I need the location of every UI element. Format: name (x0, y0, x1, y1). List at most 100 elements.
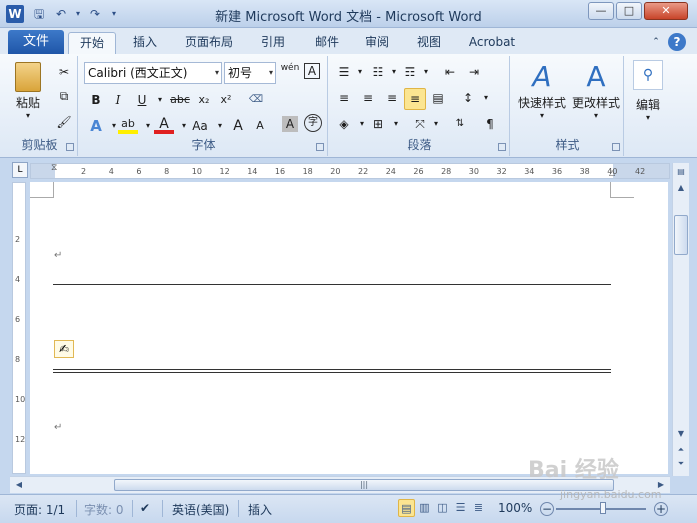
vertical-ruler-tick-label: 12 (15, 435, 26, 444)
zoom-out-button[interactable]: − (540, 502, 554, 516)
double-line-bottom (53, 372, 611, 373)
character-shading-button[interactable]: A (282, 116, 298, 132)
subscript-button[interactable]: x₂ (194, 90, 214, 110)
borders-icon[interactable]: ⊞ (368, 114, 388, 134)
minimize-button[interactable]: — (588, 2, 614, 20)
font-launcher-icon[interactable] (316, 143, 324, 151)
enclose-characters-button[interactable]: 字 (304, 114, 322, 132)
page-count[interactable]: 页面: 1/1 (14, 501, 65, 518)
line-spacing-icon[interactable]: ↕ (458, 88, 478, 108)
sort-icon[interactable]: ⇅ (450, 114, 470, 134)
watermark-logo: Bai 经验 (528, 458, 619, 483)
scroll-left-icon[interactable]: ◀ (12, 478, 26, 492)
line-spacing-dropdown-icon[interactable]: ▾ (476, 88, 496, 108)
maximize-button[interactable]: □ (616, 2, 642, 20)
vertical-scrollbar[interactable]: ▤ ▲ ▼ ⏶ ⏷ (672, 163, 689, 476)
paste-button[interactable]: 粘贴 ▾ (8, 60, 48, 130)
increase-indent-icon[interactable]: ⇥ (464, 62, 484, 82)
cut-icon[interactable]: ✂ (54, 62, 74, 82)
change-styles-button[interactable]: A 更改样式 ▾ (568, 60, 624, 130)
shading-icon[interactable]: ◈ (334, 114, 354, 134)
strikethrough-button[interactable]: abc (168, 90, 192, 110)
justify-icon[interactable]: ≡ (404, 88, 426, 110)
styles-launcher-icon[interactable] (612, 143, 620, 151)
clipboard-launcher-icon[interactable] (66, 143, 74, 151)
clear-formatting-icon[interactable]: ⌫ (246, 90, 266, 110)
insert-mode-indicator[interactable]: 插入 (248, 501, 272, 518)
tab-acrobat[interactable]: Acrobat (462, 32, 522, 54)
font-size-select[interactable]: 初号 ▾ (224, 62, 276, 84)
italic-button[interactable]: I (108, 90, 128, 110)
paragraph-launcher-icon[interactable] (498, 143, 506, 151)
draft-view-icon[interactable]: ≣ (470, 499, 487, 517)
show-marks-icon[interactable]: ¶ (480, 114, 500, 134)
language-indicator[interactable]: 英语(美国) (172, 501, 229, 518)
tab-view[interactable]: 视图 (406, 32, 452, 54)
vertical-ruler[interactable]: 2 4 6 8 10 12 (12, 182, 26, 474)
full-screen-reading-icon[interactable]: ▥ (416, 499, 433, 517)
web-layout-icon[interactable]: ◫ (434, 499, 451, 517)
change-case-button[interactable]: Aa (188, 116, 212, 136)
character-border-icon[interactable]: A (304, 63, 320, 79)
align-right-icon[interactable]: ≡ (382, 88, 402, 108)
help-icon[interactable]: ? (668, 33, 686, 51)
zoom-in-button[interactable]: + (654, 502, 668, 516)
multilevel-list-dropdown-icon[interactable]: ▾ (416, 62, 436, 82)
close-button[interactable]: ✕ (644, 2, 688, 20)
minimize-ribbon-icon[interactable]: ⌃ (650, 32, 662, 54)
phonetic-guide-icon[interactable]: wén (280, 63, 300, 83)
previous-page-icon[interactable]: ⏶ (674, 443, 688, 457)
tab-mailings[interactable]: 邮件 (304, 32, 350, 54)
zoom-level[interactable]: 100% (498, 501, 532, 515)
change-case-dropdown-icon[interactable]: ▾ (210, 116, 230, 136)
shrink-font-button[interactable]: A (250, 116, 270, 136)
document-page[interactable]: ↵ ✍ ↵ (30, 182, 668, 474)
tab-references[interactable]: 引用 (250, 32, 296, 54)
copy-icon[interactable]: ⧉ (54, 86, 74, 106)
font-color-button[interactable]: A (154, 114, 174, 134)
quick-styles-icon: A (532, 60, 552, 93)
zoom-slider-thumb[interactable] (600, 502, 606, 514)
align-left-icon[interactable]: ≡ (334, 88, 354, 108)
scroll-up-icon[interactable]: ▲ (674, 181, 688, 195)
tab-insert[interactable]: 插入 (122, 32, 168, 54)
bold-button[interactable]: B (86, 90, 106, 110)
horizontal-ruler[interactable]: 2 4 6 8 10 12 14 16 18 20 22 24 26 28 30 32 34 36 38 40 42 ⧖… (30, 163, 670, 179)
tab-review[interactable]: 审阅 (354, 32, 400, 54)
tab-home[interactable]: 开始 (68, 32, 116, 54)
proofing-icon[interactable]: ✔ (140, 501, 150, 515)
grow-font-button[interactable]: A (228, 116, 248, 136)
word-count[interactable]: 字数: 0 (84, 501, 124, 518)
change-styles-icon: A (586, 60, 606, 93)
asian-layout-dropdown-icon[interactable]: ▾ (426, 114, 446, 134)
ruler-tick-label: 16 (274, 167, 286, 176)
decrease-indent-icon[interactable]: ⇤ (440, 62, 460, 82)
quick-styles-button[interactable]: A 快速样式 ▾ (514, 60, 570, 130)
tab-file[interactable]: 文件 (8, 30, 64, 54)
paragraph-mark: ↵ (54, 422, 63, 433)
format-painter-icon[interactable]: 🖌 (54, 112, 74, 132)
tab-page-layout[interactable]: 页面布局 (178, 32, 240, 54)
underline-button[interactable]: U (132, 90, 152, 110)
tab-selector[interactable]: L (12, 162, 28, 178)
highlight-button[interactable]: ab (118, 114, 138, 134)
scroll-down-icon[interactable]: ▼ (674, 427, 688, 441)
bullets-dropdown-icon[interactable]: ▾ (350, 62, 370, 82)
underline-dropdown-icon[interactable]: ▾ (150, 90, 170, 110)
text-effects-button[interactable]: A (86, 116, 106, 136)
autoformat-options-icon[interactable]: ✍ (54, 340, 74, 358)
word-window: W 🖫 ↶ ▾ ↷ ▾ 新建 Microsoft Word 文档 - Micro… (0, 0, 697, 523)
indent-marker-icon[interactable]: ⧖ (51, 163, 57, 173)
print-layout-view-icon[interactable]: ▤ (398, 499, 415, 517)
align-center-icon[interactable]: ≡ (358, 88, 378, 108)
font-family-select[interactable]: Calibri (西文正文) ▾ (84, 62, 222, 84)
outline-view-icon[interactable]: ☰ (452, 499, 469, 517)
superscript-button[interactable]: x² (216, 90, 236, 110)
next-page-icon[interactable]: ⏷ (674, 457, 688, 471)
borders-dropdown-icon[interactable]: ▾ (386, 114, 406, 134)
ruler-toggle-icon[interactable]: ▤ (674, 165, 688, 179)
right-indent-marker-icon[interactable]: △ (609, 168, 615, 177)
distributed-icon[interactable]: ▤ (428, 88, 448, 108)
editing-button[interactable]: ⚲ 编辑 ▾ (630, 60, 666, 130)
vertical-scroll-thumb[interactable] (674, 215, 688, 255)
